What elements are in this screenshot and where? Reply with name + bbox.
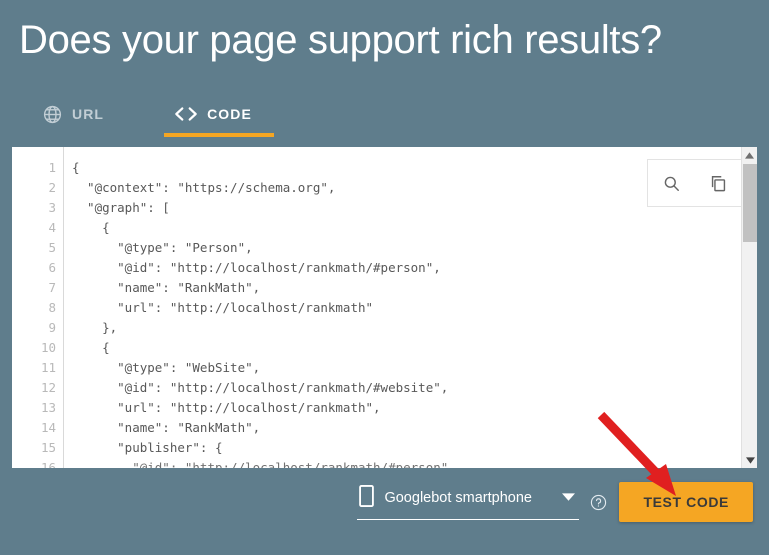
line-number: 4 bbox=[48, 220, 56, 235]
code-line: { bbox=[72, 220, 110, 235]
device-selector[interactable]: Googlebot smartphone bbox=[357, 484, 580, 520]
line-number: 6 bbox=[48, 260, 56, 275]
line-number: 10 bbox=[40, 340, 56, 355]
line-number: 7 bbox=[48, 280, 56, 295]
help-circle-icon[interactable] bbox=[590, 494, 607, 511]
code-editor[interactable]: 1 2 3 4 5 6 7 8 9 10 11 12 13 14 15 16 { "@context": "h… bbox=[12, 147, 757, 468]
editor-tool-group bbox=[647, 159, 743, 207]
line-number: 1 bbox=[48, 160, 56, 175]
tab-url-label: URL bbox=[72, 106, 105, 122]
code-line: "name": "RankMath", bbox=[72, 420, 261, 435]
page-title: Does your page support rich results? bbox=[19, 18, 662, 62]
code-line: "name": "RankMath", bbox=[72, 280, 261, 295]
line-number: 2 bbox=[48, 180, 56, 195]
tab-code[interactable]: CODE bbox=[164, 91, 274, 137]
scroll-down-arrow-icon[interactable] bbox=[742, 452, 757, 468]
code-line: "@type": "WebSite", bbox=[72, 360, 261, 375]
code-line: "publisher": { bbox=[72, 440, 223, 455]
search-icon[interactable] bbox=[655, 166, 689, 200]
chevron-down-icon[interactable] bbox=[562, 489, 576, 507]
footer-bar: Googlebot smartphone TEST CODE bbox=[0, 474, 769, 530]
scrollbar-thumb[interactable] bbox=[743, 164, 757, 242]
code-line: }, bbox=[72, 320, 118, 335]
tab-active-indicator bbox=[164, 133, 274, 137]
code-brackets-icon bbox=[174, 106, 198, 122]
line-number: 8 bbox=[48, 300, 56, 315]
copy-icon[interactable] bbox=[702, 166, 736, 200]
line-number: 16 bbox=[40, 460, 56, 468]
line-number: 13 bbox=[40, 400, 56, 415]
code-line: "@context": "https://schema.org", bbox=[72, 180, 336, 195]
device-selector-value: Googlebot smartphone bbox=[384, 490, 532, 506]
smartphone-icon bbox=[359, 484, 375, 512]
line-number: 15 bbox=[40, 440, 56, 455]
scroll-up-arrow-icon[interactable] bbox=[742, 147, 758, 163]
line-number: 11 bbox=[40, 360, 56, 375]
code-line: { bbox=[72, 160, 80, 175]
line-number: 5 bbox=[48, 240, 56, 255]
line-number: 14 bbox=[40, 420, 56, 435]
code-line: "@id": "http://localhost/rankmath/#perso… bbox=[72, 260, 441, 275]
editor-scrollbar[interactable] bbox=[741, 147, 757, 468]
code-line: "@graph": [ bbox=[72, 200, 170, 215]
code-line: "url": "http://localhost/rankmath" bbox=[72, 300, 374, 315]
tab-bar: URL CODE bbox=[0, 91, 769, 137]
tab-url[interactable]: URL bbox=[42, 91, 118, 137]
globe-icon bbox=[42, 104, 63, 125]
test-code-button[interactable]: TEST CODE bbox=[619, 482, 753, 522]
code-line: { bbox=[72, 340, 110, 355]
code-line: "@id": "http://localhost/rankmath/#websi… bbox=[72, 380, 449, 395]
line-number: 12 bbox=[40, 380, 56, 395]
code-line: "url": "http://localhost/rankmath", bbox=[72, 400, 381, 415]
code-line: "@id": "http://localhost/rankmath/#perso… bbox=[72, 460, 449, 468]
line-number-gutter: 1 2 3 4 5 6 7 8 9 10 11 12 13 14 15 16 bbox=[12, 147, 64, 468]
code-line: "@type": "Person", bbox=[72, 240, 253, 255]
line-number: 3 bbox=[48, 200, 56, 215]
tab-code-label: CODE bbox=[207, 106, 252, 122]
code-text-area[interactable]: { "@context": "https://schema.org", "@gr… bbox=[64, 147, 741, 468]
line-number: 9 bbox=[48, 320, 56, 335]
